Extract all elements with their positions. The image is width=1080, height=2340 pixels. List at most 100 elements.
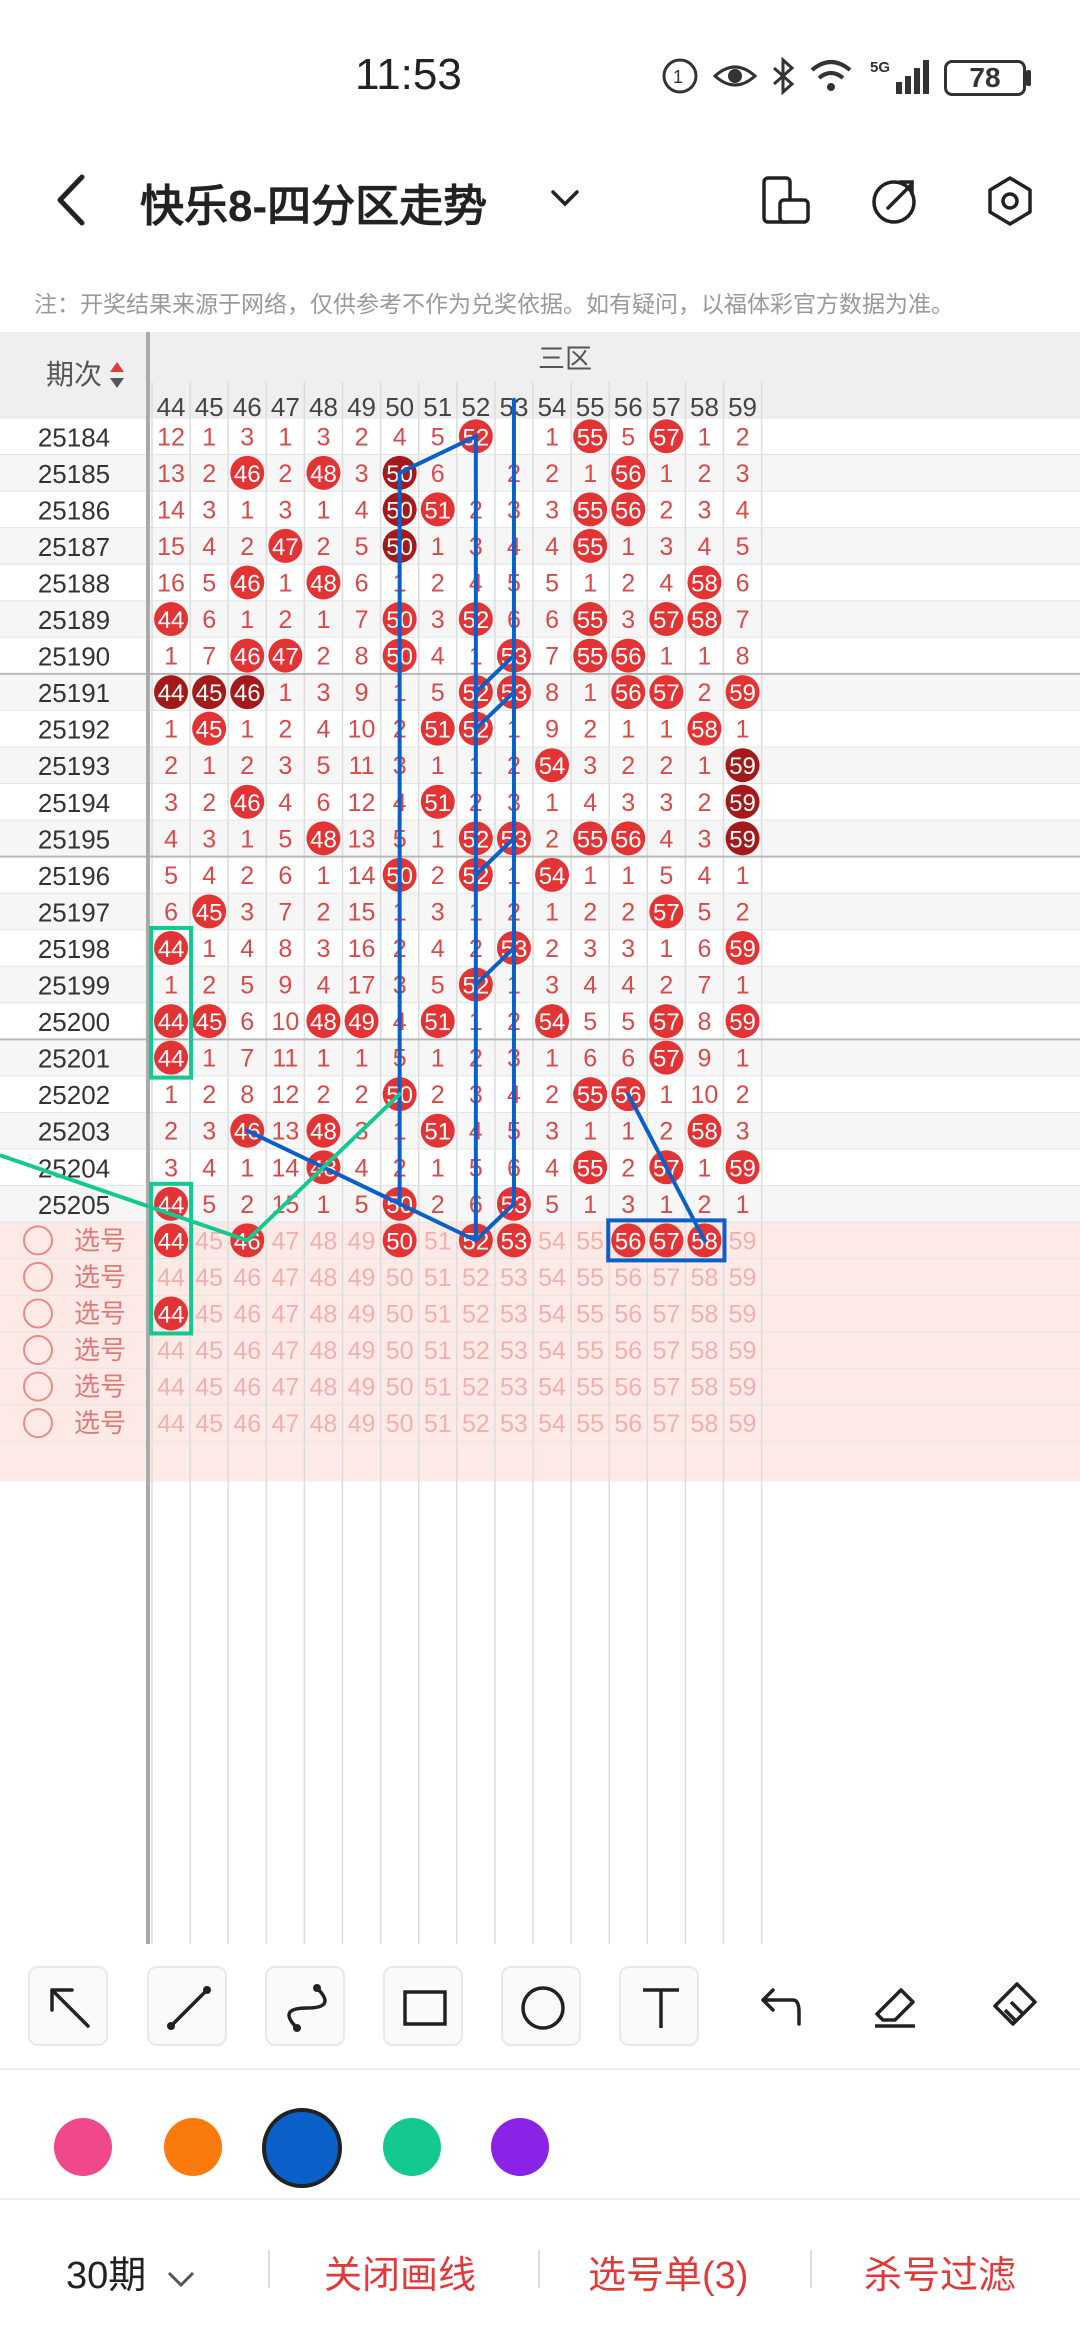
selected-number[interactable]: 56 (615, 1228, 642, 1255)
selectable-number[interactable]: 50 (386, 1264, 414, 1292)
selectable-number[interactable]: 47 (271, 1227, 299, 1255)
selectable-number[interactable]: 52 (462, 1337, 490, 1365)
selectable-number[interactable]: 46 (233, 1300, 261, 1328)
selectable-number[interactable]: 46 (233, 1410, 261, 1438)
selectable-number[interactable]: 57 (652, 1264, 680, 1292)
selectable-number[interactable]: 52 (462, 1374, 490, 1402)
selectable-number[interactable]: 48 (310, 1264, 338, 1292)
selected-number[interactable]: 57 (653, 1228, 680, 1255)
selectable-number[interactable]: 44 (157, 1337, 185, 1365)
selectable-number[interactable]: 54 (538, 1337, 566, 1365)
color-swatch-orange[interactable] (164, 2118, 222, 2176)
undo-icon[interactable] (737, 1966, 817, 2046)
clear-brush-icon[interactable] (973, 1966, 1053, 2046)
selectable-number[interactable]: 54 (538, 1410, 566, 1438)
selectable-number[interactable]: 59 (729, 1264, 757, 1292)
selectable-number[interactable]: 59 (729, 1374, 757, 1402)
selectable-number[interactable]: 45 (195, 1300, 223, 1328)
selectable-number[interactable]: 50 (386, 1374, 414, 1402)
selectable-number[interactable]: 54 (538, 1300, 566, 1328)
selectable-number[interactable]: 58 (691, 1264, 719, 1292)
selectable-number[interactable]: 58 (691, 1374, 719, 1402)
selectable-number[interactable]: 44 (157, 1374, 185, 1402)
selectable-number[interactable]: 57 (652, 1337, 680, 1365)
curve-tool[interactable] (265, 1966, 345, 2046)
selectable-number[interactable]: 49 (348, 1300, 376, 1328)
selectable-number[interactable]: 55 (576, 1264, 604, 1292)
color-swatch-purple[interactable] (491, 2118, 549, 2176)
selectable-number[interactable]: 45 (195, 1337, 223, 1365)
selectable-number[interactable]: 56 (614, 1264, 642, 1292)
selectable-number[interactable]: 54 (538, 1227, 566, 1255)
selectable-number[interactable]: 58 (691, 1410, 719, 1438)
selectable-number[interactable]: 55 (576, 1300, 604, 1328)
selectable-number[interactable]: 49 (348, 1410, 376, 1438)
selectable-number[interactable]: 56 (614, 1337, 642, 1365)
close-drawing-button[interactable]: 关闭画线 (324, 2244, 476, 2299)
selectable-number[interactable]: 57 (652, 1410, 680, 1438)
selectable-number[interactable]: 49 (348, 1337, 376, 1365)
color-swatch-pink[interactable] (54, 2118, 112, 2176)
eraser-icon[interactable] (855, 1966, 935, 2046)
selectable-number[interactable]: 56 (614, 1300, 642, 1328)
selectable-number[interactable]: 55 (576, 1410, 604, 1438)
selectable-number[interactable]: 51 (424, 1374, 452, 1402)
selectable-number[interactable]: 48 (310, 1227, 338, 1255)
selectable-number[interactable]: 53 (500, 1374, 528, 1402)
line-tool[interactable] (147, 1966, 227, 2046)
selectable-number[interactable]: 50 (386, 1300, 414, 1328)
selectable-number[interactable]: 49 (348, 1374, 376, 1402)
selectable-number[interactable]: 48 (310, 1300, 338, 1328)
back-arrow-icon[interactable] (48, 165, 98, 235)
selectable-number[interactable]: 55 (576, 1227, 604, 1255)
selectable-number[interactable]: 47 (271, 1410, 299, 1438)
selectable-number[interactable]: 48 (310, 1374, 338, 1402)
selectable-number[interactable]: 52 (462, 1410, 490, 1438)
share-icon[interactable] (866, 170, 922, 232)
selectable-number[interactable]: 45 (195, 1264, 223, 1292)
selection-list-button[interactable]: 选号单(3) (588, 2244, 748, 2299)
select-row-label[interactable]: 选号 (74, 1408, 126, 1438)
selectable-number[interactable]: 54 (538, 1374, 566, 1402)
selectable-number[interactable]: 50 (386, 1337, 414, 1365)
selectable-number[interactable]: 48 (310, 1410, 338, 1438)
rectangle-tool[interactable] (383, 1966, 463, 2046)
selectable-number[interactable]: 45 (195, 1410, 223, 1438)
selectable-number[interactable]: 59 (729, 1227, 757, 1255)
selectable-number[interactable]: 56 (614, 1374, 642, 1402)
selectable-number[interactable]: 52 (462, 1300, 490, 1328)
selectable-number[interactable]: 54 (538, 1264, 566, 1292)
circle-tool[interactable] (501, 1966, 581, 2046)
selectable-number[interactable]: 49 (348, 1264, 376, 1292)
text-tool[interactable] (619, 1966, 699, 2046)
select-row-label[interactable]: 选号 (74, 1372, 126, 1402)
selectable-number[interactable]: 53 (500, 1337, 528, 1365)
selectable-number[interactable]: 51 (424, 1410, 452, 1438)
selectable-number[interactable]: 58 (691, 1337, 719, 1365)
selectable-number[interactable]: 47 (271, 1374, 299, 1402)
period-select[interactable]: 30期 (66, 2244, 199, 2299)
select-row-label[interactable]: 选号 (74, 1262, 126, 1292)
arrow-tool[interactable] (28, 1966, 108, 2046)
selectable-number[interactable]: 52 (462, 1264, 490, 1292)
selectable-number[interactable]: 46 (233, 1264, 261, 1292)
selectable-number[interactable]: 45 (195, 1374, 223, 1402)
selectable-number[interactable]: 53 (500, 1300, 528, 1328)
selected-number[interactable]: 53 (501, 1228, 528, 1255)
selectable-number[interactable]: 44 (157, 1410, 185, 1438)
trend-chart-grid[interactable]: 三区期次444546474849505152535455565758592518… (0, 332, 1080, 1944)
selectable-number[interactable]: 47 (271, 1300, 299, 1328)
select-row-label[interactable]: 选号 (74, 1335, 126, 1365)
color-swatch-blue-selected[interactable] (262, 2108, 342, 2188)
select-row-label[interactable]: 选号 (74, 1225, 126, 1255)
selectable-number[interactable]: 51 (424, 1337, 452, 1365)
selectable-number[interactable]: 46 (233, 1337, 261, 1365)
selectable-number[interactable]: 59 (729, 1337, 757, 1365)
selectable-number[interactable]: 51 (424, 1300, 452, 1328)
period-column-header[interactable]: 期次 (46, 359, 102, 390)
selectable-number[interactable]: 51 (424, 1227, 452, 1255)
selectable-number[interactable]: 58 (691, 1300, 719, 1328)
selectable-number[interactable]: 44 (157, 1264, 185, 1292)
selectable-number[interactable]: 59 (729, 1410, 757, 1438)
trend-chart-svg[interactable]: 三区期次444546474849505152535455565758592518… (0, 332, 1080, 1944)
